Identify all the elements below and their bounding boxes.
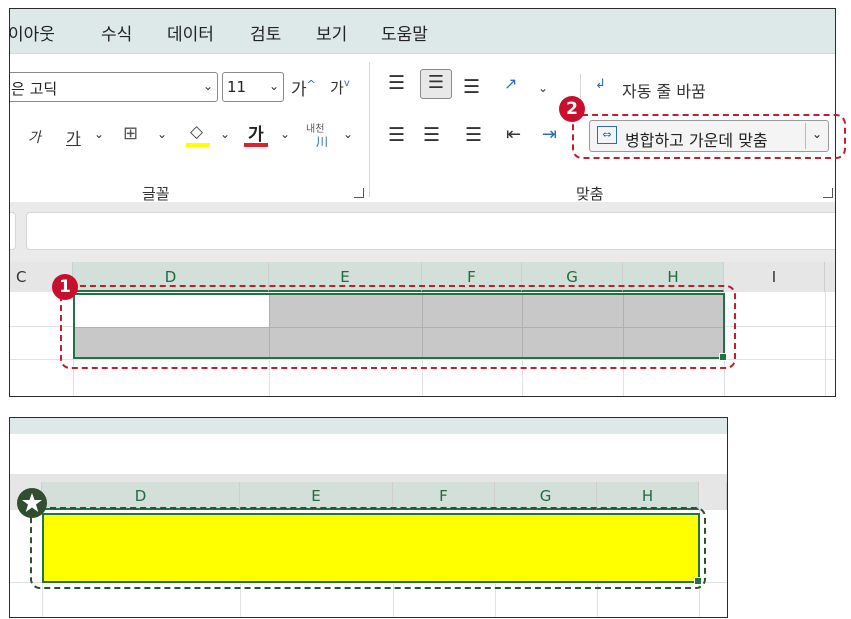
align-bottom-icon[interactable]: ☰ xyxy=(463,76,480,98)
column-header-h[interactable]: H xyxy=(597,482,699,510)
step-badge-2: 2 xyxy=(559,96,585,122)
result-star-badge xyxy=(17,488,47,518)
chevron-down-icon[interactable]: ⌄ xyxy=(280,127,290,141)
column-header-f[interactable]: F xyxy=(393,482,495,510)
align-left-icon[interactable]: ☰ xyxy=(388,124,405,146)
align-top-icon[interactable]: ☰ xyxy=(388,72,405,94)
chevron-down-icon[interactable]: ⌄ xyxy=(538,81,548,95)
font-name-dropdown[interactable]: 은 고딕 ⌄ xyxy=(10,72,218,102)
menu-formulas[interactable]: 수식 xyxy=(101,20,132,45)
column-header-e[interactable]: E xyxy=(240,482,393,510)
chevron-down-icon: ⌄ xyxy=(202,79,213,93)
chevron-down-icon[interactable]: ⌄ xyxy=(157,127,167,141)
excel-window-after: D E F G H xyxy=(9,417,728,618)
shrink-font-button[interactable]: 가v xyxy=(330,77,350,98)
annotation-result-highlight xyxy=(30,507,706,589)
font-size-dropdown[interactable]: 11 ⌄ xyxy=(222,72,284,102)
excel-window-before: 이아웃 수식 데이터 검토 보기 도움말 은 고딕 ⌄ 11 ⌄ 가^ 가v 가… xyxy=(9,8,836,397)
formula-bar-edge xyxy=(10,474,727,482)
star-icon xyxy=(22,493,42,512)
align-center-icon[interactable]: ☰ xyxy=(423,124,440,146)
step-badge-1: 1 xyxy=(52,274,78,300)
dialog-launcher-icon[interactable] xyxy=(823,188,833,198)
name-box[interactable] xyxy=(10,212,16,250)
chevron-down-icon[interactable]: ⌄ xyxy=(94,127,104,141)
column-header-d[interactable]: D xyxy=(42,482,240,510)
annotation-merge-highlight xyxy=(572,114,846,159)
font-group-label: 글꼴 xyxy=(142,185,170,203)
dialog-launcher-icon[interactable] xyxy=(354,188,364,198)
font-color-bar xyxy=(244,143,268,147)
column-header-i[interactable] xyxy=(699,482,727,510)
font-color-button[interactable]: 가 xyxy=(244,120,270,150)
chevron-down-icon: ⌄ xyxy=(268,79,279,93)
decrease-indent-icon[interactable]: ⇤ xyxy=(506,124,521,145)
align-middle-icon[interactable]: ☰ xyxy=(420,69,452,99)
menu-bar: 이아웃 수식 데이터 검토 보기 도움말 xyxy=(10,9,835,54)
group-separator xyxy=(369,62,370,197)
formula-input[interactable] xyxy=(26,212,835,250)
chevron-down-icon[interactable]: ⌄ xyxy=(220,127,230,141)
separator xyxy=(580,74,581,100)
grow-font-button[interactable]: 가^ xyxy=(291,75,316,100)
paint-bucket-icon: ◇ xyxy=(190,122,204,142)
underline-button[interactable]: 가 xyxy=(66,125,81,149)
phonetic-guide-button[interactable]: 내천 川 xyxy=(306,120,338,150)
align-right-icon[interactable]: ☰ xyxy=(465,124,482,146)
menu-data[interactable]: 데이터 xyxy=(167,20,214,45)
menu-view[interactable]: 보기 xyxy=(316,20,347,45)
wrap-text-icon: ↲ xyxy=(595,77,606,92)
font-name-value: 은 고딕 xyxy=(11,80,58,98)
border-icon[interactable]: ⊞ xyxy=(123,123,138,144)
column-header-i[interactable]: I xyxy=(724,262,825,292)
menu-help[interactable]: 도움말 xyxy=(381,20,428,45)
fill-color-bar xyxy=(186,143,210,147)
orientation-icon[interactable]: ↗ xyxy=(504,74,517,93)
wrap-text-button[interactable]: 자동 줄 바꿈 xyxy=(622,78,706,102)
italic-button[interactable]: 가 xyxy=(28,127,41,147)
font-size-value: 11 xyxy=(227,78,247,96)
annotation-selection-highlight xyxy=(60,285,736,369)
ribbon-edge xyxy=(10,418,727,434)
formula-bar-area xyxy=(10,202,835,262)
menu-layout[interactable]: 이아웃 xyxy=(10,20,55,45)
column-header-j[interactable] xyxy=(825,262,835,292)
alignment-group-label: 맞춤 xyxy=(576,185,604,203)
chevron-down-icon[interactable]: ⌄ xyxy=(343,127,353,141)
increase-indent-icon[interactable]: ⇥ xyxy=(542,124,557,145)
menu-review[interactable]: 검토 xyxy=(250,20,281,45)
fill-color-button[interactable]: ◇ xyxy=(186,122,212,150)
column-header-g[interactable]: G xyxy=(495,482,597,510)
